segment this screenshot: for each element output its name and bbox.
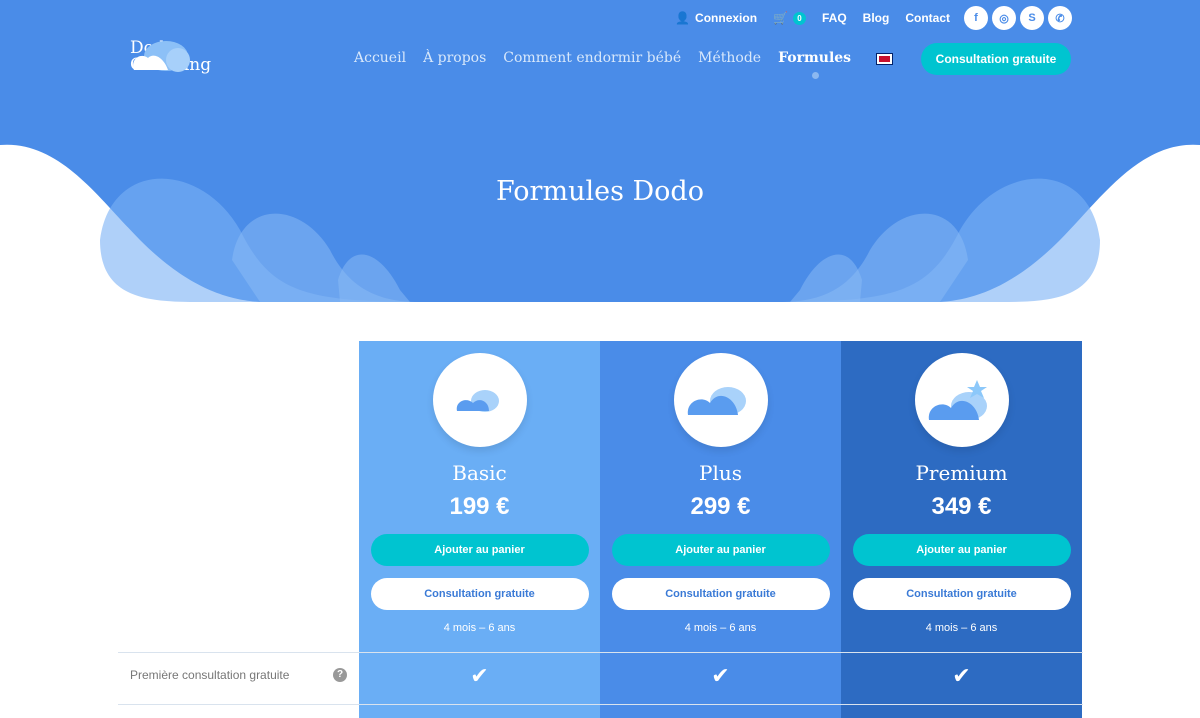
add-to-cart-button[interactable]: Ajouter au panier — [611, 534, 830, 566]
contact-link[interactable]: Contact — [905, 11, 950, 25]
row-divider — [118, 652, 1083, 653]
blog-link[interactable]: Blog — [863, 11, 890, 25]
age-range: 4 mois – 6 ans — [443, 622, 516, 634]
main-nav: Accueil À propos Comment endormir bébé M… — [354, 50, 851, 79]
help-icon[interactable]: ? — [333, 668, 347, 682]
plan-icon-basic — [432, 353, 527, 447]
facebook-icon[interactable]: f — [964, 6, 988, 30]
cart-icon: 🛒 — [773, 11, 788, 25]
plan-price: 199 € — [449, 493, 510, 520]
whatsapp-icon[interactable]: ✆ — [1048, 6, 1072, 30]
logo-cloud-icon — [133, 41, 190, 72]
cloud-icon — [456, 390, 499, 412]
plan-name: Premium — [915, 461, 1008, 485]
free-consultation-button[interactable]: Consultation gratuite — [852, 578, 1071, 610]
free-consultation-button[interactable]: Consultation gratuite — [611, 578, 830, 610]
free-consultation-button[interactable]: Consultation gratuite — [370, 578, 589, 610]
add-to-cart-button[interactable]: Ajouter au panier — [852, 534, 1071, 566]
cloud-star-icon — [928, 380, 987, 420]
uk-flag-icon[interactable] — [876, 53, 893, 65]
consultation-button[interactable]: Consultation gratuite — [921, 43, 1071, 75]
plan-name: Plus — [699, 461, 742, 485]
plan-price: 349 € — [931, 493, 992, 520]
plan-price: 299 € — [690, 493, 751, 520]
check-icon: ✔ — [952, 663, 971, 688]
nav-accueil[interactable]: Accueil — [354, 50, 406, 66]
feature-label: Première consultation gratuite — [130, 668, 290, 682]
plan-plus: Plus 299 € Ajouter au panier Consultatio… — [600, 341, 841, 718]
check-icon: ✔ — [470, 663, 489, 688]
nav-comment-endormir[interactable]: Comment endormir bébé — [503, 50, 681, 66]
page-title: Formules Dodo — [496, 176, 704, 207]
instagram-icon[interactable]: ◎ — [992, 6, 1016, 30]
row-divider — [118, 704, 1083, 705]
plan-premium: Premium 349 € Ajouter au panier Consulta… — [841, 341, 1082, 718]
add-to-cart-button[interactable]: Ajouter au panier — [370, 534, 589, 566]
age-range: 4 mois – 6 ans — [925, 622, 998, 634]
nav-a-propos[interactable]: À propos — [423, 50, 486, 66]
cart-count: 0 — [792, 11, 806, 25]
plan-name: Basic — [452, 461, 507, 485]
login-link[interactable]: 👤 Connexion — [675, 11, 757, 25]
nav-formules[interactable]: Formules — [778, 50, 851, 79]
cart-link[interactable]: 🛒 0 — [773, 11, 806, 25]
cloud-icon — [687, 387, 746, 415]
faq-link[interactable]: FAQ — [822, 11, 847, 25]
plan-icon-premium — [914, 353, 1009, 447]
plan-basic: Basic 199 € Ajouter au panier Consultati… — [359, 341, 600, 718]
age-range: 4 mois – 6 ans — [684, 622, 757, 634]
plan-icon-plus — [673, 353, 768, 447]
skype-icon[interactable]: S — [1020, 6, 1044, 30]
hero-banner: 👤Connexion 🛒0 FAQ Blog Contact f ◎ S ✆ D… — [0, 0, 1200, 302]
nav-methode[interactable]: Méthode — [698, 50, 761, 66]
check-icon: ✔ — [711, 663, 730, 688]
user-icon: 👤 — [675, 11, 691, 25]
logo[interactable]: DodoCoaching — [130, 40, 211, 74]
